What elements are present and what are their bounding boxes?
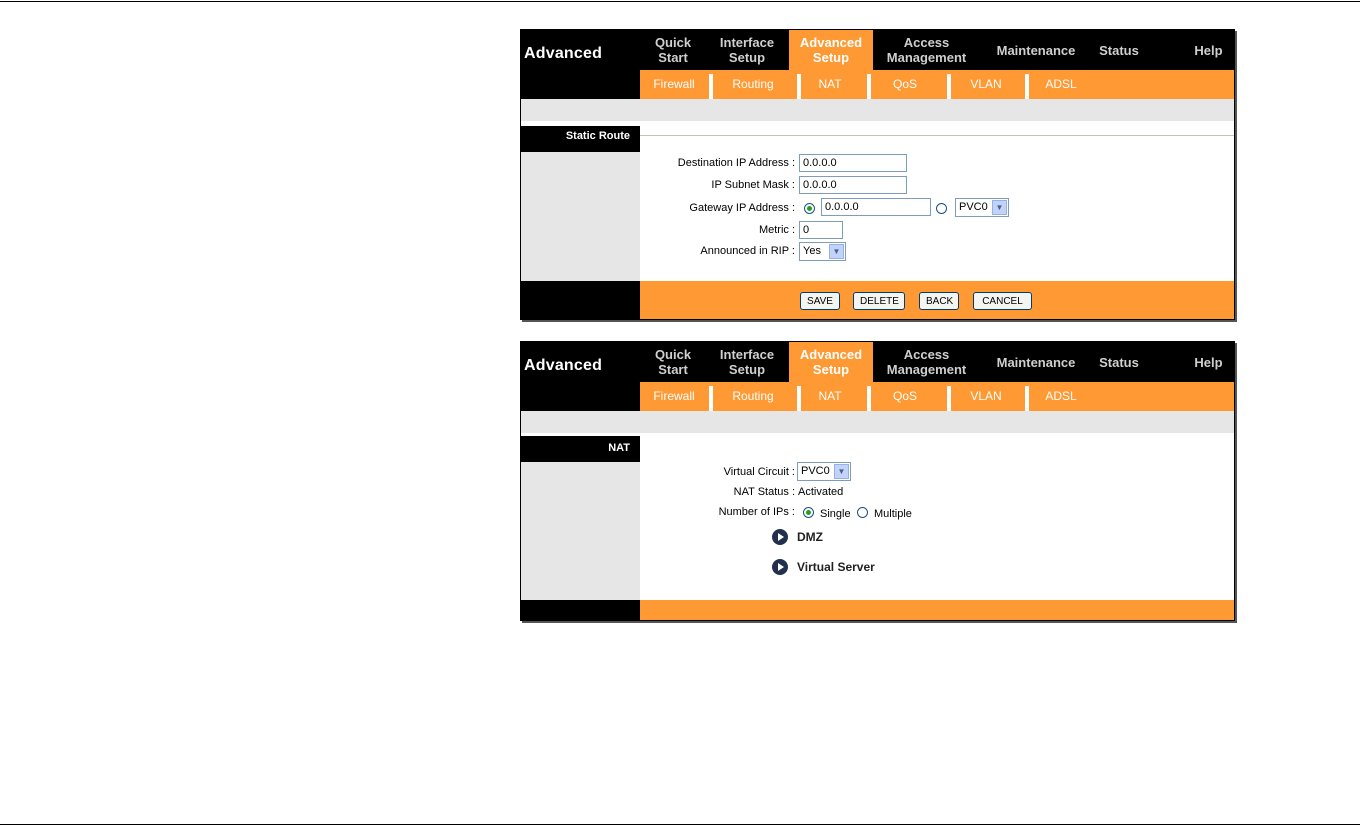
- brand-title: Advanced: [524, 45, 603, 62]
- nav-access-management[interactable]: Access Management: [877, 342, 976, 382]
- arrow-bullet-icon: [772, 559, 788, 575]
- gray-band: [521, 411, 1234, 433]
- nav-maintenance[interactable]: Maintenance: [987, 342, 1085, 382]
- ips-single-radio[interactable]: [803, 507, 814, 518]
- subnav-routing[interactable]: Routing: [713, 382, 793, 411]
- chevron-down-icon: ▼: [834, 464, 849, 479]
- nav-advanced-setup[interactable]: Advanced Setup: [789, 342, 873, 382]
- nav-quick-start[interactable]: Quick Start: [640, 30, 706, 70]
- subnav-nat[interactable]: NAT: [801, 70, 859, 99]
- save-button[interactable]: SAVE: [800, 292, 840, 310]
- subnav-firewall[interactable]: Firewall: [640, 70, 708, 99]
- metric-label: Metric :: [758, 224, 795, 236]
- nav-maintenance[interactable]: Maintenance: [987, 30, 1085, 70]
- subnav-vlan[interactable]: VLAN: [951, 70, 1021, 99]
- ips-multiple-radio[interactable]: [857, 507, 868, 518]
- nav-access-management[interactable]: Access Management: [877, 30, 976, 70]
- top-rule: [0, 1, 1360, 2]
- ips-single-label: Single: [820, 508, 851, 520]
- cancel-button[interactable]: CANCEL: [973, 292, 1032, 310]
- subnav-adsl[interactable]: ADSL: [1029, 70, 1093, 99]
- gateway-ip-input[interactable]: [821, 198, 931, 216]
- virtual-circuit-label: Virtual Circuit :: [723, 466, 795, 478]
- metric-input[interactable]: [799, 221, 843, 239]
- left-column: [521, 462, 640, 600]
- nav-help[interactable]: Help: [1186, 342, 1231, 382]
- section-divider: [640, 135, 1234, 136]
- subnav-adsl[interactable]: ADSL: [1029, 382, 1093, 411]
- subnav-routing[interactable]: Routing: [713, 70, 793, 99]
- arrow-bullet-icon: [772, 529, 788, 545]
- nav-quick-start[interactable]: Quick Start: [640, 342, 706, 382]
- nav-help[interactable]: Help: [1186, 30, 1231, 70]
- dmz-link[interactable]: DMZ: [797, 530, 823, 544]
- subnav-qos[interactable]: QoS: [871, 382, 939, 411]
- nav-status[interactable]: Status: [1088, 30, 1150, 70]
- nav-interface-setup[interactable]: Interface Setup: [710, 30, 784, 70]
- subnav-qos[interactable]: QoS: [871, 70, 939, 99]
- chevron-down-icon: ▼: [992, 200, 1007, 215]
- left-column: [521, 152, 640, 281]
- section-title-static-route: Static Route: [521, 126, 640, 152]
- brand-title: Advanced: [524, 357, 603, 374]
- virtual-server-link[interactable]: Virtual Server: [797, 560, 875, 574]
- section-title-nat: NAT: [521, 436, 640, 462]
- nat-status-label: NAT Status :: [733, 486, 795, 498]
- subnet-mask-input[interactable]: [799, 176, 907, 194]
- nav-advanced-setup[interactable]: Advanced Setup: [789, 30, 873, 70]
- subnav-vlan[interactable]: VLAN: [951, 382, 1021, 411]
- announced-rip-select[interactable]: Yes ▼: [799, 242, 846, 261]
- gray-band: [521, 99, 1234, 121]
- chevron-down-icon: ▼: [829, 244, 844, 259]
- announced-rip-label: Announced in RIP :: [700, 245, 795, 257]
- gateway-ip-radio[interactable]: [804, 203, 815, 214]
- subnav-firewall[interactable]: Firewall: [640, 382, 708, 411]
- back-button[interactable]: BACK: [919, 292, 959, 310]
- virtual-circuit-select[interactable]: PVC0 ▼: [797, 462, 851, 481]
- static-route-panel: Advanced Quick Start Interface Setup Advan…: [520, 29, 1235, 320]
- nat-panel: Advanced Quick Start Interface Setup Advan…: [520, 341, 1235, 621]
- nat-status-value: Activated: [798, 486, 844, 498]
- subnav-nat[interactable]: NAT: [801, 382, 859, 411]
- delete-button[interactable]: DELETE: [853, 292, 905, 310]
- subnet-mask-label: IP Subnet Mask :: [711, 179, 795, 191]
- gateway-pvc-select[interactable]: PVC0 ▼: [955, 198, 1009, 217]
- number-of-ips-label: Number of IPs :: [718, 506, 795, 518]
- gateway-pvc-radio[interactable]: [936, 203, 947, 214]
- ips-multiple-label: Multiple: [874, 508, 912, 520]
- dest-ip-label: Destination IP Address :: [677, 157, 795, 169]
- dest-ip-input[interactable]: [799, 154, 907, 172]
- gateway-ip-label: Gateway IP Address :: [689, 202, 795, 214]
- nav-interface-setup[interactable]: Interface Setup: [710, 342, 784, 382]
- nav-status[interactable]: Status: [1088, 342, 1150, 382]
